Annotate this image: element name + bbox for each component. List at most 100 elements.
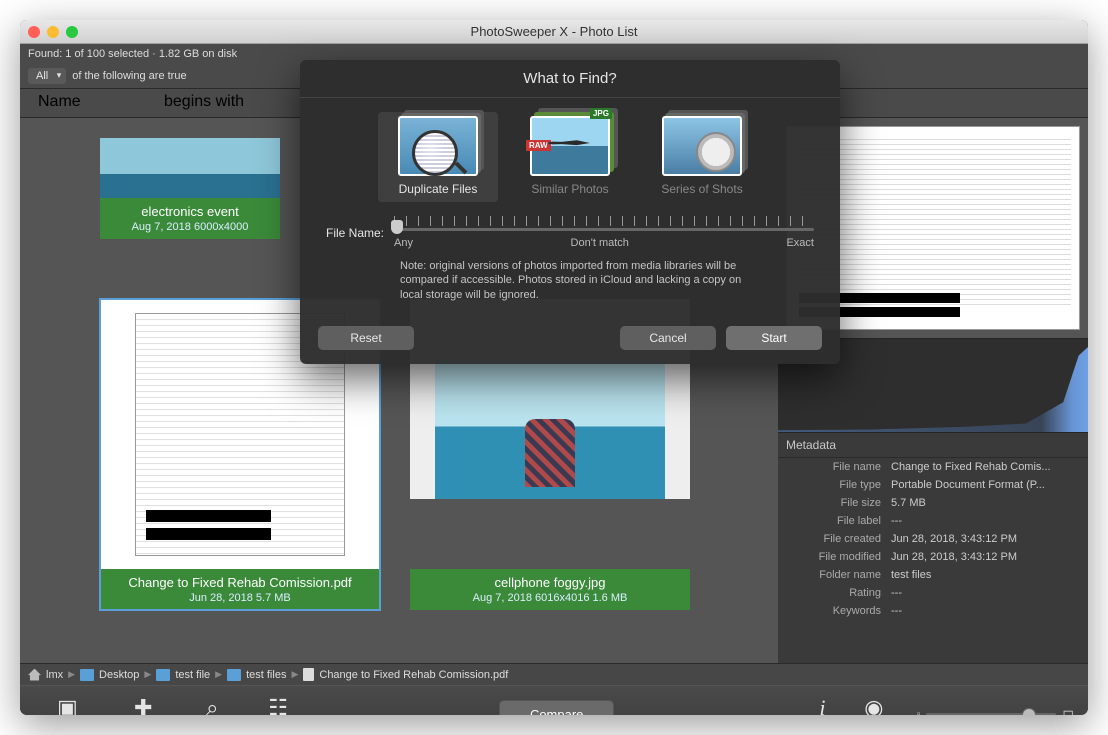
thumb-image [435,359,665,499]
file-icon [303,668,314,681]
modal-note: Note: original versions of photos import… [300,249,840,316]
metadata-value: Change to Fixed Rehab Comis... [891,461,1080,473]
tab-similar-photos[interactable]: JPG Similar Photos [510,112,630,202]
metadata-row: Rating --- [778,584,1088,602]
metadata-row: File createdJun 28, 2018, 3:43:12 PM [778,530,1088,548]
metadata-value: --- [891,605,1080,617]
home-icon[interactable] [28,669,41,681]
zoom-window-icon[interactable] [66,26,78,38]
filter-op-select[interactable]: begins with [164,93,254,111]
metadata-row: Keywords --- [778,602,1088,620]
metadata-key: Rating [786,587,881,599]
toolbar: ▣ Media Browser ✚ Add Folder ⌕ Find Phot… [20,685,1088,715]
thumb-caption: Change to Fixed Rehab Comission.pdf Jun … [100,569,380,610]
filter-scope-text: of the following are true [72,70,186,82]
breadcrumb-item[interactable]: test files [246,669,286,681]
thumb-caption: cellphone foggy.jpg Aug 7, 2018 6016x401… [410,569,690,610]
thumb-meta: Jun 28, 2018 5.7 MB [104,592,376,604]
thumb-meta: Aug 7, 2018 6016x4016 1.6 MB [414,592,686,604]
metadata-key: File label [786,515,881,527]
slider-mid: Don't match [571,237,629,249]
list-clear-icon: ☷ [268,695,288,716]
minimize-window-icon[interactable] [47,26,59,38]
metadata-row: File label --- [778,512,1088,530]
traffic-lights [28,26,78,38]
media-browser-button[interactable]: ▣ Media Browser [34,695,101,716]
folder-icon [156,669,170,681]
breadcrumb-item[interactable]: test file [175,669,210,681]
metadata-row: File modified Jun 28, 2018, 3:43:12 PM [778,548,1088,566]
filename-slider-row: File Name: Any Don't match Exact [300,216,840,249]
metadata-value: Jun 28, 2018, 3:43:12 PM [891,551,1080,563]
add-folder-button[interactable]: ✚ Add Folder [119,695,168,716]
reset-button[interactable]: Reset [318,326,414,350]
cancel-button[interactable]: Cancel [620,326,716,350]
metadata-key: File type [786,479,881,491]
clear-list-button[interactable]: ☷ Clear List [257,695,299,716]
metadata-row: Folder nametest files [778,566,1088,584]
breadcrumb: lmx ▶ Desktop ▶ test file ▶ test files ▶… [20,663,1088,685]
raw-jpg-icon: JPG [530,116,610,176]
metadata-row: File name Change to Fixed Rehab Comis... [778,458,1088,476]
what-to-find-modal: What to Find? Duplicate Files JPG Simila… [300,60,840,364]
metadata-value: --- [891,515,1080,527]
info-button[interactable]: i Info [814,695,831,716]
filter-scope-select[interactable]: All [28,68,66,84]
start-button[interactable]: Start [726,326,822,350]
tab-label: Series of Shots [661,182,742,196]
eye-icon: ◉ [864,695,883,716]
slider-label: File Name: [326,226,384,240]
chevron-right-icon: ▶ [215,669,222,680]
modal-buttons: Reset Cancel Start [300,316,840,364]
tab-label: Duplicate Files [399,182,478,196]
metadata-key: File name [786,461,881,473]
compare-label: Compare [499,700,614,715]
zoom-slider[interactable]: ▫ ◻ [917,706,1074,715]
find-photos-button[interactable]: ⌕ Find Photos [186,695,239,716]
filename-slider[interactable]: Any Don't match Exact [394,216,814,249]
metadata-row: File type Portable Document Format (P... [778,476,1088,494]
thumb-image [100,138,280,198]
window-title: PhotoSweeper X - Photo List [78,24,1030,39]
zoom-max-icon: ◻ [1062,706,1074,715]
stopwatch-icon [662,116,742,176]
metadata-value: test files [891,569,1080,581]
metadata-value: --- [891,587,1080,599]
close-window-icon[interactable] [28,26,40,38]
metadata-key: File size [786,497,881,509]
zoom-track[interactable] [926,713,1056,715]
quick-look-button[interactable]: ◉ Quick Look [849,695,899,716]
thumb-meta: Aug 7, 2018 6000x4000 [104,221,276,233]
tab-duplicate-files[interactable]: Duplicate Files [378,112,498,202]
breadcrumb-item[interactable]: Desktop [99,669,139,681]
breadcrumb-item[interactable]: lmx [46,669,63,681]
mode-tabs: Duplicate Files JPG Similar Photos Serie… [300,98,840,216]
tab-label: Similar Photos [531,182,608,196]
chevron-right-icon: ▶ [144,669,151,680]
compare-button[interactable]: Compare [499,700,614,715]
metadata-row: File size5.7 MB [778,494,1088,512]
thumb-name: cellphone foggy.jpg [414,575,686,590]
thumb-item[interactable]: electronics event Aug 7, 2018 6000x4000 [100,138,280,239]
metadata-title: Metadata [778,433,1088,458]
breadcrumb-item[interactable]: Change to Fixed Rehab Comission.pdf [319,669,508,681]
metadata-value: Jun 28, 2018, 3:43:12 PM [891,533,1080,545]
modal-title: What to Find? [300,60,840,98]
plus-icon: ✚ [134,695,152,716]
search-icon: ⌕ [206,695,218,716]
metadata-key: Keywords [786,605,881,617]
metadata-value: Portable Document Format (P... [891,479,1080,491]
filter-field-select[interactable]: Name [38,93,158,111]
info-icon: i [819,695,825,716]
folder-icon [80,669,94,681]
metadata-key: File modified [786,551,881,563]
thumb-caption: electronics event Aug 7, 2018 6000x4000 [100,198,280,239]
titlebar: PhotoSweeper X - Photo List [20,20,1088,44]
thumb-name: electronics event [104,204,276,219]
magnifier-icon [398,116,478,176]
slider-any: Any [394,237,413,249]
thumb-name: Change to Fixed Rehab Comission.pdf [104,575,376,590]
metadata-rows: File nameChange to Fixed Rehab Comis...F… [778,458,1088,663]
tab-series-of-shots[interactable]: Series of Shots [642,112,762,202]
folder-icon [227,669,241,681]
